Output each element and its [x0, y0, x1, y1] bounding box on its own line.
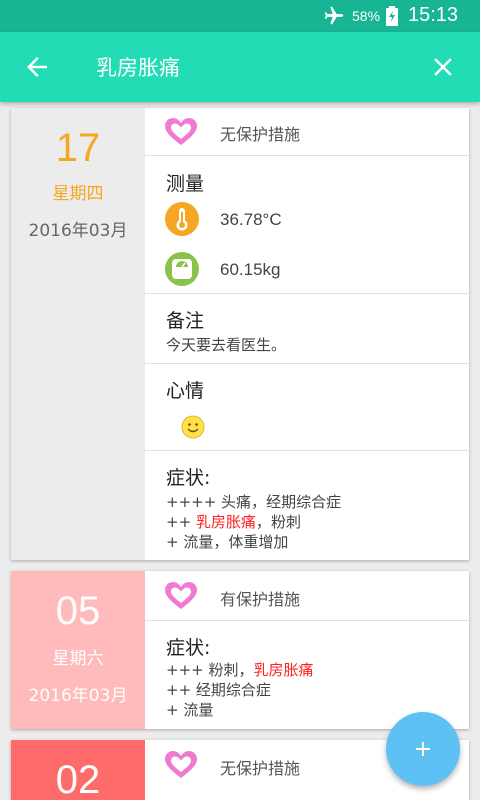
- symptom-line: ++ 乳房胀痛，粉刺: [166, 513, 301, 531]
- scale-icon: [165, 252, 199, 286]
- heart-icon: [165, 118, 197, 145]
- note-section: 备注 今天要去看医生。: [145, 294, 469, 364]
- note-text: 今天要去看医生。: [166, 336, 287, 354]
- heart-icon: [165, 751, 197, 778]
- mood-section: 心情: [145, 364, 469, 451]
- day-number: 05: [55, 589, 101, 633]
- date-panel: 02: [11, 740, 145, 800]
- thermometer-icon: [165, 202, 199, 236]
- record-card[interactable]: 17 星期四 2016年03月 无保护措施 测量 36.78°C 60.15kg…: [11, 108, 469, 560]
- note-title: 备注: [166, 310, 205, 332]
- symptom-line: ++++ 头痛，经期综合症: [166, 493, 342, 511]
- smiley-icon: [181, 415, 205, 439]
- weekday: 星期六: [52, 649, 104, 669]
- battery-percent: 58%: [352, 8, 381, 24]
- symptom-line: + 流量: [166, 701, 214, 719]
- page-title: 乳房胀痛: [96, 56, 180, 80]
- year-month: 2016年03月: [28, 686, 128, 706]
- add-record-button[interactable]: [386, 712, 460, 786]
- status-bar: 58% 15:13: [0, 0, 480, 32]
- symptoms-section: 症状: ++++ 头痛，经期综合症 ++ 乳房胀痛，粉刺 + 流量，体重增加: [145, 451, 469, 560]
- battery-charging-icon: [386, 6, 398, 26]
- symptoms-title: 症状:: [166, 467, 211, 489]
- protection-label: 有保护措施: [220, 590, 301, 609]
- record-card[interactable]: 05 星期六 2016年03月 有保护措施 症状: +++ 粉刺，乳房胀痛 ++…: [11, 571, 469, 729]
- mood-title: 心情: [166, 380, 205, 402]
- record-details: 无保护措施 测量 36.78°C 60.15kg 备注 今天要去看医生。 心情 …: [145, 108, 469, 560]
- protection-row: 有保护措施: [145, 571, 469, 621]
- back-arrow-icon[interactable]: [22, 52, 52, 82]
- protection-label: 无保护措施: [220, 125, 301, 144]
- symptom-line: +++ 粉刺，乳房胀痛: [166, 661, 314, 679]
- record-details: 有保护措施 症状: +++ 粉刺，乳房胀痛 ++ 经期综合症 + 流量: [145, 571, 469, 729]
- weight-value: 60.15kg: [220, 260, 281, 279]
- protection-row: 无保护措施: [145, 108, 469, 156]
- day-number: 17: [55, 126, 101, 170]
- weekday: 星期四: [52, 184, 104, 204]
- year-month: 2016年03月: [28, 221, 128, 241]
- date-panel: 05 星期六 2016年03月: [11, 571, 145, 729]
- day-number: 02: [55, 758, 101, 800]
- clock: 15:13: [408, 4, 459, 26]
- measurements-section: 测量 36.78°C 60.15kg: [145, 156, 469, 294]
- app-bar: 乳房胀痛: [0, 32, 480, 102]
- symptom-line: + 流量，体重增加: [166, 533, 289, 551]
- temperature-value: 36.78°C: [220, 210, 282, 229]
- airplane-mode-icon: [324, 6, 344, 25]
- symptoms-title: 症状:: [166, 637, 211, 659]
- protection-label: 无保护措施: [220, 759, 301, 778]
- plus-icon: [416, 742, 430, 756]
- date-panel: 17 星期四 2016年03月: [11, 108, 145, 560]
- heart-icon: [165, 582, 197, 609]
- symptom-line: ++ 经期综合症: [166, 681, 271, 699]
- close-icon[interactable]: [428, 52, 458, 82]
- measurements-title: 测量: [166, 173, 205, 195]
